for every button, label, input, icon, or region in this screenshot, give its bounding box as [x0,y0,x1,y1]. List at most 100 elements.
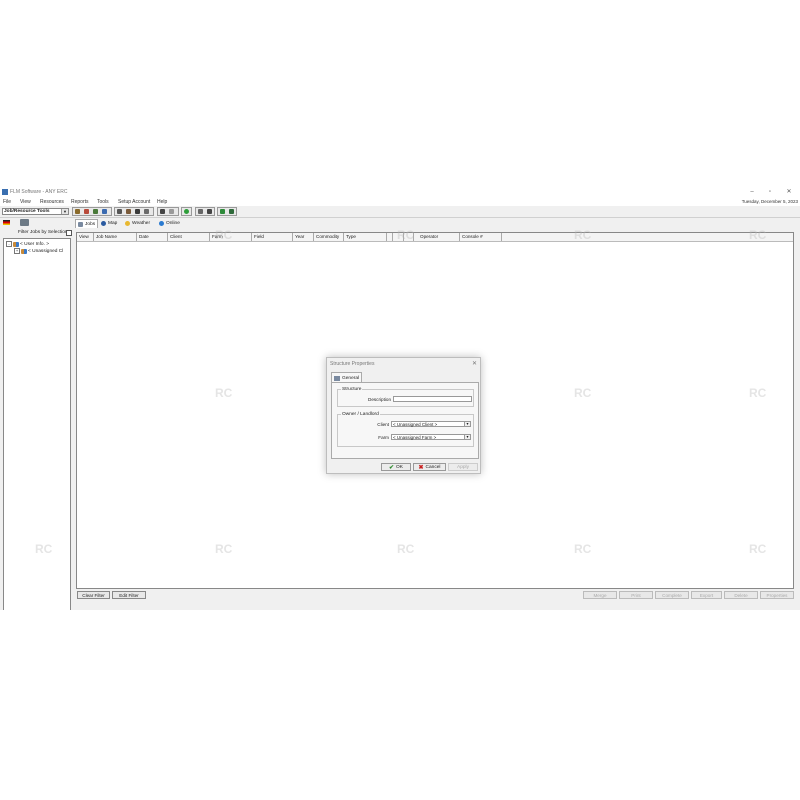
merge-button[interactable]: Merge [583,591,617,599]
menu-setup-account[interactable]: Setup Account [118,199,150,205]
sun-icon [125,220,130,226]
globe-icon [101,220,106,226]
watermark: RC [749,228,767,242]
tree-item-unassigned-client[interactable]: + < Unassigned Cl [14,248,63,254]
delete-button[interactable]: Delete [724,591,758,599]
bin-icon[interactable] [20,219,29,226]
farm-label: Farm [378,435,389,440]
tab-label: Weather [132,220,151,226]
column-job-name[interactable]: Job Name [94,233,137,241]
farm-select[interactable]: < Unassigned Farm > ▼ [391,434,471,440]
tab-map[interactable]: Map [101,219,117,227]
group-title: Structure [341,387,363,392]
farm-select-value: < Unassigned Farm > [393,435,437,440]
watermark: RC [35,542,53,556]
tab-label: General [342,375,360,381]
watermark: RC [749,542,767,556]
edit-icon[interactable] [168,208,176,215]
search-tool-icon[interactable] [116,208,124,215]
collapse-icon[interactable]: - [6,241,12,247]
toolbar-group-6 [217,207,237,216]
checkmark-icon: ✔ [389,464,395,471]
structure-icon [334,375,340,381]
expand-icon[interactable]: + [14,248,20,254]
client-label: Client [377,422,389,427]
tools-combo[interactable]: Job/Resource Tools ▼ [2,208,69,215]
grid-view-icon[interactable] [219,208,227,215]
toolbar: Job/Resource Tools ▼ [0,206,800,218]
column-console[interactable]: Console # [460,233,502,241]
cancel-button[interactable]: ✖ Cancel [413,463,446,471]
column-year[interactable]: Year [293,233,314,241]
maximize-icon[interactable]: ▫ [762,188,778,197]
window-title: FLM Software - ANY ERC [10,189,68,195]
import-tool-icon[interactable] [134,208,142,215]
zoom-icon[interactable] [159,208,167,215]
document-icon[interactable] [197,208,205,215]
structure-properties-dialog: Structure Properties ✕ General Structure… [326,357,481,474]
description-input[interactable] [393,396,472,402]
watermark: RC [215,228,233,242]
column-field[interactable]: Field [252,233,293,241]
toolbar-group-4 [181,207,192,216]
structure-group: Structure Description [337,387,474,407]
ok-button[interactable]: ✔ OK [381,463,411,471]
button-label: OK [396,464,403,470]
column-commodity[interactable]: Commodity [314,233,344,241]
chevron-down-icon[interactable]: ▼ [464,435,470,439]
tab-weather[interactable]: Weather [125,219,150,227]
refresh-icon[interactable] [183,208,191,215]
menu-tools[interactable]: Tools [97,199,109,205]
tab-label: Map [108,220,118,226]
table-view-icon[interactable] [228,208,236,215]
client-select-value: < Unassigned Client > [393,422,438,427]
clear-filter-button[interactable]: Clear Filter [77,591,110,599]
column-type[interactable]: Type [344,233,387,241]
menu-resources[interactable]: Resources [40,199,64,205]
column-operator[interactable]: Operator [418,233,460,241]
edit-filter-button[interactable]: Edit Filter [112,591,146,599]
crop-tool-icon[interactable] [101,208,109,215]
column-date[interactable]: Date [137,233,168,241]
print-icon[interactable] [206,208,214,215]
flag-icon[interactable] [3,220,10,225]
watermark: RC [574,228,592,242]
watermark: RC [215,386,233,400]
print-button[interactable]: Print [619,591,653,599]
date-display: Tuesday, December 5, 2023 [741,199,798,204]
tree-item-label: < User Info. > [20,241,50,247]
tree-item-label: < Unassigned Cl [28,248,64,254]
dialog-title: Structure Properties [330,361,375,367]
apply-button[interactable]: Apply [448,463,478,471]
filter-tool-icon[interactable] [125,208,133,215]
toolbar-group-2 [114,207,154,216]
user-icon [13,241,19,247]
chevron-down-icon[interactable]: ▼ [464,422,470,426]
menu-file[interactable]: File [3,199,11,205]
tree-item-user-info[interactable]: - < User Info. > [6,241,49,247]
client-select[interactable]: < Unassigned Client > ▼ [391,421,471,427]
close-icon[interactable]: ✕ [781,188,797,197]
owner-landlord-group: Owner / Landlord Client < Unassigned Cli… [337,412,474,447]
menu-view[interactable]: View [20,199,31,205]
export-tool-icon[interactable] [143,208,151,215]
job-tool-icon[interactable] [74,208,82,215]
menu-reports[interactable]: Reports [71,199,89,205]
column-client[interactable]: Client [168,233,210,241]
export-button[interactable]: Export [691,591,722,599]
description-label: Description [368,397,391,402]
field-tool-icon[interactable] [92,208,100,215]
chevron-down-icon[interactable]: ▼ [61,209,68,214]
resource-tool-icon[interactable] [83,208,91,215]
properties-button[interactable]: Properties [760,591,794,599]
filter-checkbox[interactable] [66,230,72,236]
column-view[interactable]: View [77,233,94,241]
menu-help[interactable]: Help [157,199,167,205]
minimize-icon[interactable]: – [744,188,760,197]
tab-jobs[interactable]: Jobs [75,219,99,228]
close-icon[interactable]: ✕ [472,360,477,367]
bottom-bar: Clear Filter Edit Filter Merge Print Com… [0,589,800,601]
tab-online[interactable]: Online [159,219,180,227]
tools-combo-value: Job/Resource Tools [4,209,50,214]
complete-button[interactable]: Complete [655,591,689,599]
